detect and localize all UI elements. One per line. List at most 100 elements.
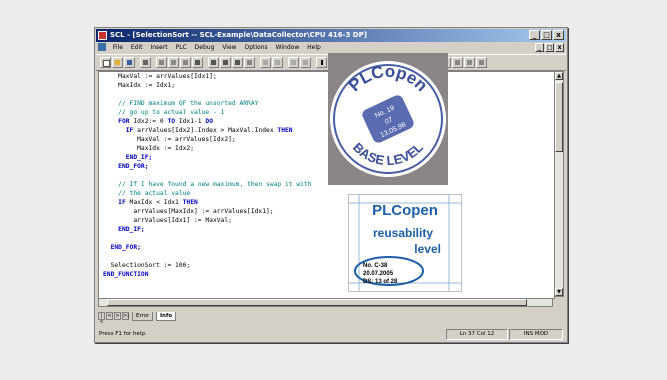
paste-icon[interactable] (192, 57, 203, 68)
replace-icon[interactable] (220, 57, 231, 68)
menu-plc[interactable]: PLC (173, 42, 190, 53)
tab-first-button[interactable]: |< (98, 312, 105, 325)
title-bar[interactable]: SCL - [SelectionSort -- SCL-Example\Data… (96, 29, 566, 42)
code-line[interactable]: // If I have found a new maximum, then s… (103, 180, 312, 189)
extra-icon[interactable] (476, 57, 487, 68)
horizontal-scrollbar[interactable] (98, 298, 553, 307)
code-line[interactable]: IF MaxIdx < Idx1 THEN (103, 198, 312, 207)
code-keyword: END_IF; (103, 154, 153, 161)
doc-close-button[interactable]: x (555, 43, 564, 52)
code-line[interactable]: FOR Idx2:= 0 TO Idx1-1 DO (103, 117, 312, 126)
code-line[interactable]: arrValues[Idx1] := MaxVal; (103, 216, 312, 225)
doc-minimize-button[interactable]: _ (535, 43, 544, 52)
menu-window[interactable]: Window (273, 42, 303, 53)
cursor-position: Ln 37 Col 12 (446, 329, 508, 340)
code-comment: // If I have found a new maximum, then s… (103, 181, 312, 188)
code-line[interactable]: IF arrValues[Idx2].Index > MaxVal.Index … (103, 126, 312, 135)
code-text: Idx1-1 (175, 118, 206, 125)
code-keyword: IF (103, 127, 134, 134)
code-text: MaxIdx := Idx1; (103, 82, 176, 89)
find-icon[interactable] (208, 57, 219, 68)
code-line[interactable]: END_IF; (103, 153, 312, 162)
breakpoint-icon[interactable] (272, 57, 283, 68)
download-icon[interactable] (244, 57, 255, 68)
source-code[interactable]: MaxVal := arrValues[Idx1]; MaxIdx := Idx… (103, 72, 312, 279)
menu-bar: File Edit Insert PLC Debug View Options … (96, 42, 566, 53)
code-text: arrValues[Idx1] := MaxVal; (103, 217, 232, 224)
code-line[interactable]: END_FOR; (103, 243, 312, 252)
vertical-scrollbar[interactable]: ▲ ▼ (554, 71, 564, 297)
reuse-logo-brand: PLCopen (372, 202, 438, 219)
output-tabs: |< < > >| Error Info (98, 312, 564, 325)
menu-edit[interactable]: Edit (128, 42, 146, 53)
open-folder-icon[interactable] (112, 57, 123, 68)
step-over-icon[interactable] (288, 57, 299, 68)
monitor-icon[interactable] (260, 57, 271, 68)
print-icon[interactable] (140, 57, 151, 68)
undo-icon[interactable] (156, 57, 167, 68)
code-line[interactable]: MaxIdx := Idx1; (103, 81, 312, 90)
code-line[interactable]: MaxIdx := Idx2; (103, 144, 312, 153)
maximize-button[interactable]: □ (541, 30, 552, 40)
document-icon[interactable] (98, 43, 106, 51)
code-text: Idx2:= 0 (129, 118, 168, 125)
minimize-button[interactable]: _ (529, 30, 540, 40)
code-keyword: FOR (103, 118, 130, 125)
menu-options[interactable]: Options (241, 42, 270, 53)
app-icon (98, 31, 107, 40)
menu-view[interactable]: View (219, 42, 239, 53)
code-line[interactable]: // go up to actual value - 1 (103, 108, 312, 117)
settings-icon[interactable] (464, 57, 475, 68)
exclamation-icon[interactable] (316, 57, 327, 68)
code-line[interactable] (103, 171, 312, 180)
cut-icon[interactable] (168, 57, 179, 68)
code-text: MaxIdx := Idx2; (103, 145, 194, 152)
scroll-down-arrow[interactable]: ▼ (555, 288, 563, 296)
menu-help[interactable]: Help (304, 42, 324, 53)
code-line[interactable]: arrValues[MaxIdx] := arrValues[Idx1]; (103, 207, 312, 216)
close-button[interactable]: x (553, 30, 564, 40)
scroll-up-arrow[interactable]: ▲ (555, 72, 563, 80)
save-icon[interactable] (124, 57, 135, 68)
code-line[interactable] (103, 234, 312, 243)
compile-icon[interactable] (232, 57, 243, 68)
doc-restore-button[interactable]: □ (545, 43, 554, 52)
menu-file[interactable]: File (110, 42, 126, 53)
code-keyword: TO (167, 118, 176, 125)
tab-prev-button[interactable]: < (106, 312, 113, 320)
jump-icon[interactable] (452, 57, 463, 68)
code-line[interactable]: END_FUNCTION (103, 270, 312, 279)
code-editor[interactable]: MaxVal := arrValues[Idx1]; MaxIdx := Idx… (98, 71, 555, 299)
insert-mode: INS MOD (509, 329, 563, 340)
code-comment: // FIND maximum OF the unsorted ARRAY (103, 100, 259, 107)
code-keyword: DO (205, 118, 213, 125)
horizontal-scroll-thumb[interactable] (107, 299, 527, 306)
menu-insert[interactable]: Insert (147, 42, 170, 53)
cert-ds: DS: 13 of 28 (363, 279, 398, 285)
code-keyword: IF (103, 199, 126, 206)
code-line[interactable]: MaxVal := arrValues[Idx1]; (103, 72, 312, 81)
code-line[interactable]: // FIND maximum OF the unsorted ARRAY (103, 99, 312, 108)
menu-debug[interactable]: Debug (192, 42, 218, 53)
vertical-scroll-thumb[interactable] (555, 82, 563, 152)
code-text: arrValues[MaxIdx] := arrValues[Idx1]; (103, 208, 274, 215)
cert-number: No. C-38 (363, 263, 388, 269)
tab-error[interactable]: Error (132, 312, 154, 321)
code-line[interactable]: END_IF; (103, 225, 312, 234)
step-into-icon[interactable] (300, 57, 311, 68)
code-comment: // the actual value (103, 190, 191, 197)
tab-info[interactable]: Info (156, 312, 177, 321)
code-line[interactable]: MaxVal := arrValues[Idx2]; (103, 135, 312, 144)
code-keyword: END_FUNCTION (103, 271, 149, 278)
code-line[interactable]: // the actual value (103, 189, 312, 198)
code-line[interactable]: SelectionSort := 100; (103, 261, 312, 270)
copy-icon[interactable] (180, 57, 191, 68)
code-line[interactable]: END_FOR; (103, 162, 312, 171)
code-keyword: THEN (277, 127, 293, 134)
new-file-icon[interactable] (100, 57, 111, 68)
tab-next-button[interactable]: > (114, 312, 121, 320)
code-line[interactable] (103, 90, 312, 99)
code-line[interactable] (103, 252, 312, 261)
reuse-logo-line1: reusability (373, 226, 433, 240)
tab-last-button[interactable]: >| (122, 312, 129, 320)
